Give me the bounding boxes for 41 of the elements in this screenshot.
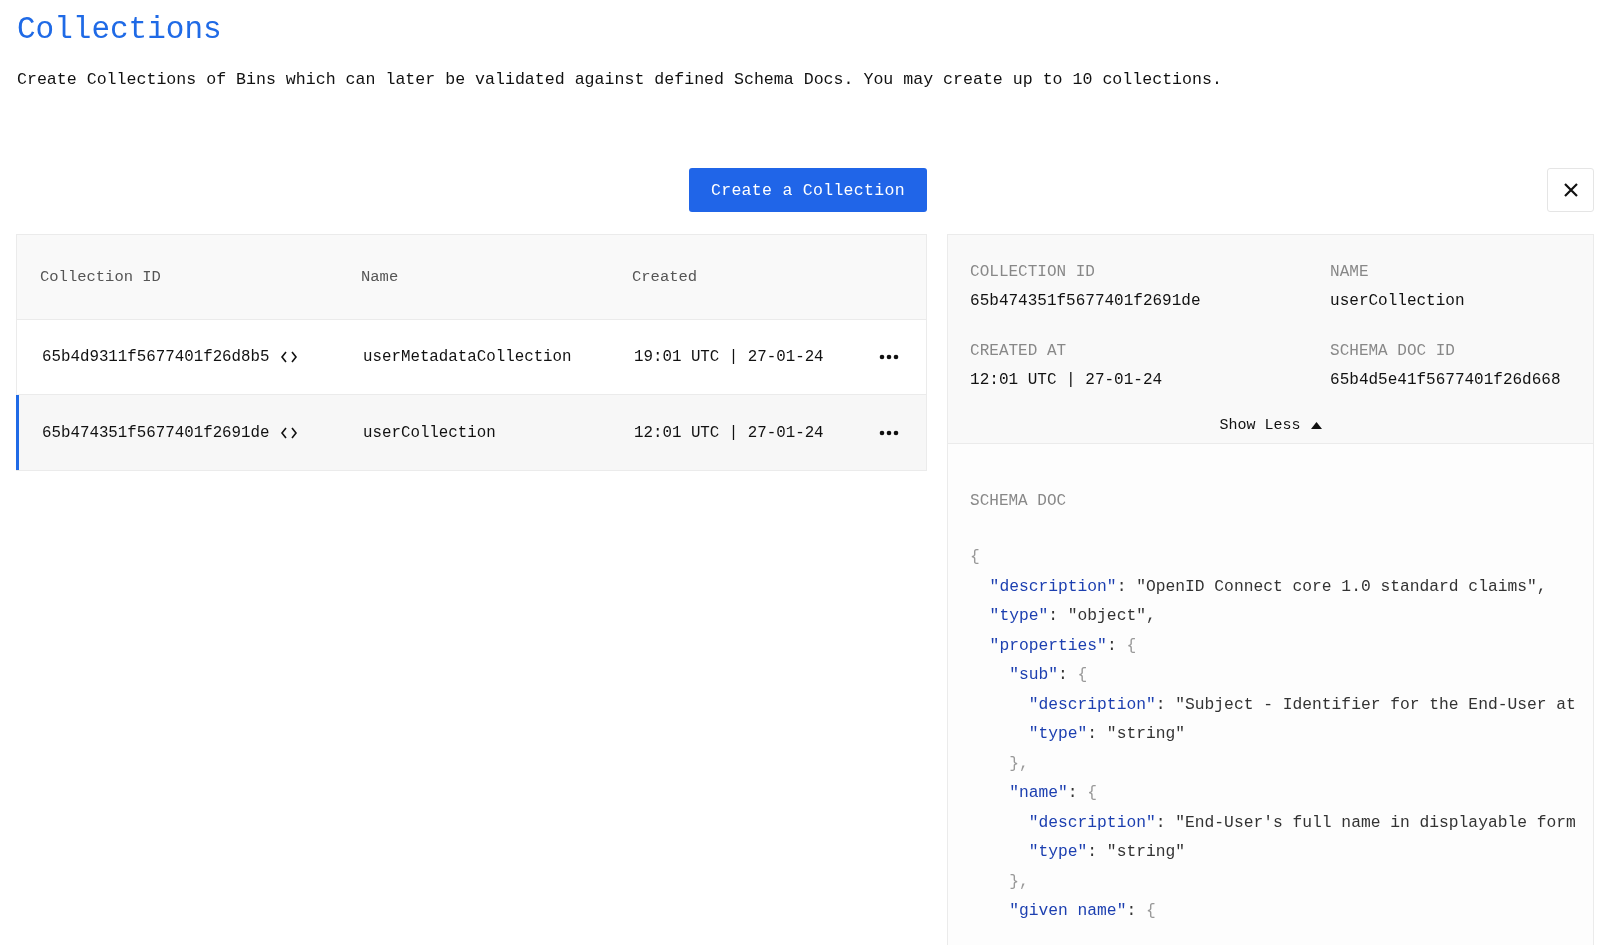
code-line: "type": "object", [988,605,1157,627]
table-cell-text: 19:01 UTC | 27-01-24 [634,348,825,366]
column-header: Collection ID [40,268,162,286]
table-cell: 65b4d9311f5677401f26d8b5 [42,348,270,366]
code-icon [279,350,298,364]
more-icon [879,429,900,436]
show-less-toggle[interactable]: Show Less [1219,417,1322,434]
field-label: CREATED AT [970,341,1068,362]
table-cell-text: userMetadataCollection [363,348,573,366]
field-label: COLLECTION ID [970,262,1096,283]
table-cell: 65b474351f5677401f2691de [42,423,270,442]
code-line: "name": { [1008,782,1099,804]
create-collection-button[interactable]: Create a Collection [689,168,927,212]
code-line: "description": "OpenID Connect core 1.0 standard claims", [988,575,1548,598]
table-cell-text: userCollection [363,423,497,442]
section-label: SCHEMA DOC [970,491,1068,512]
code-line: "given name": { [1008,900,1157,922]
code-icon [279,425,298,440]
code-line: }, [1008,870,1030,893]
field-value: 65b4d5e41f5677401f26d668 [1330,370,1562,391]
page-description: Create Collections of Bins which can later be validated against defined Schema Docs. You may create up to 10 collections. [17,69,1223,91]
field-value: 12:01 UTC | 27-01-24 [970,370,1164,391]
page-title: Collections [17,11,223,49]
close-button[interactable] [1547,168,1594,212]
table-row[interactable]: 65b474351f5677401f2691de userCollection 12:01 UTC | 27-01-24 [16,395,927,470]
caret-icon [1310,421,1322,430]
code-line: { [970,546,981,568]
field-label: SCHEMA DOC ID [1330,341,1456,362]
column-header: Name [361,268,400,286]
table-cell-text: 12:01 UTC | 27-01-24 [634,423,825,442]
code-line: "sub": { [1008,664,1089,686]
code-line: "type": "string" [1027,841,1187,863]
field-value: 65b474351f5677401f2691de [970,291,1202,312]
field-value: userCollection [1330,291,1466,312]
close-icon [1563,183,1578,197]
column-header: Created [632,268,699,286]
code-line: "properties": { [988,634,1138,657]
code-line: "type": "string" [1027,723,1187,745]
more-icon [879,354,900,360]
field-label: NAME [1330,262,1370,283]
code-line: }, [1008,752,1030,775]
